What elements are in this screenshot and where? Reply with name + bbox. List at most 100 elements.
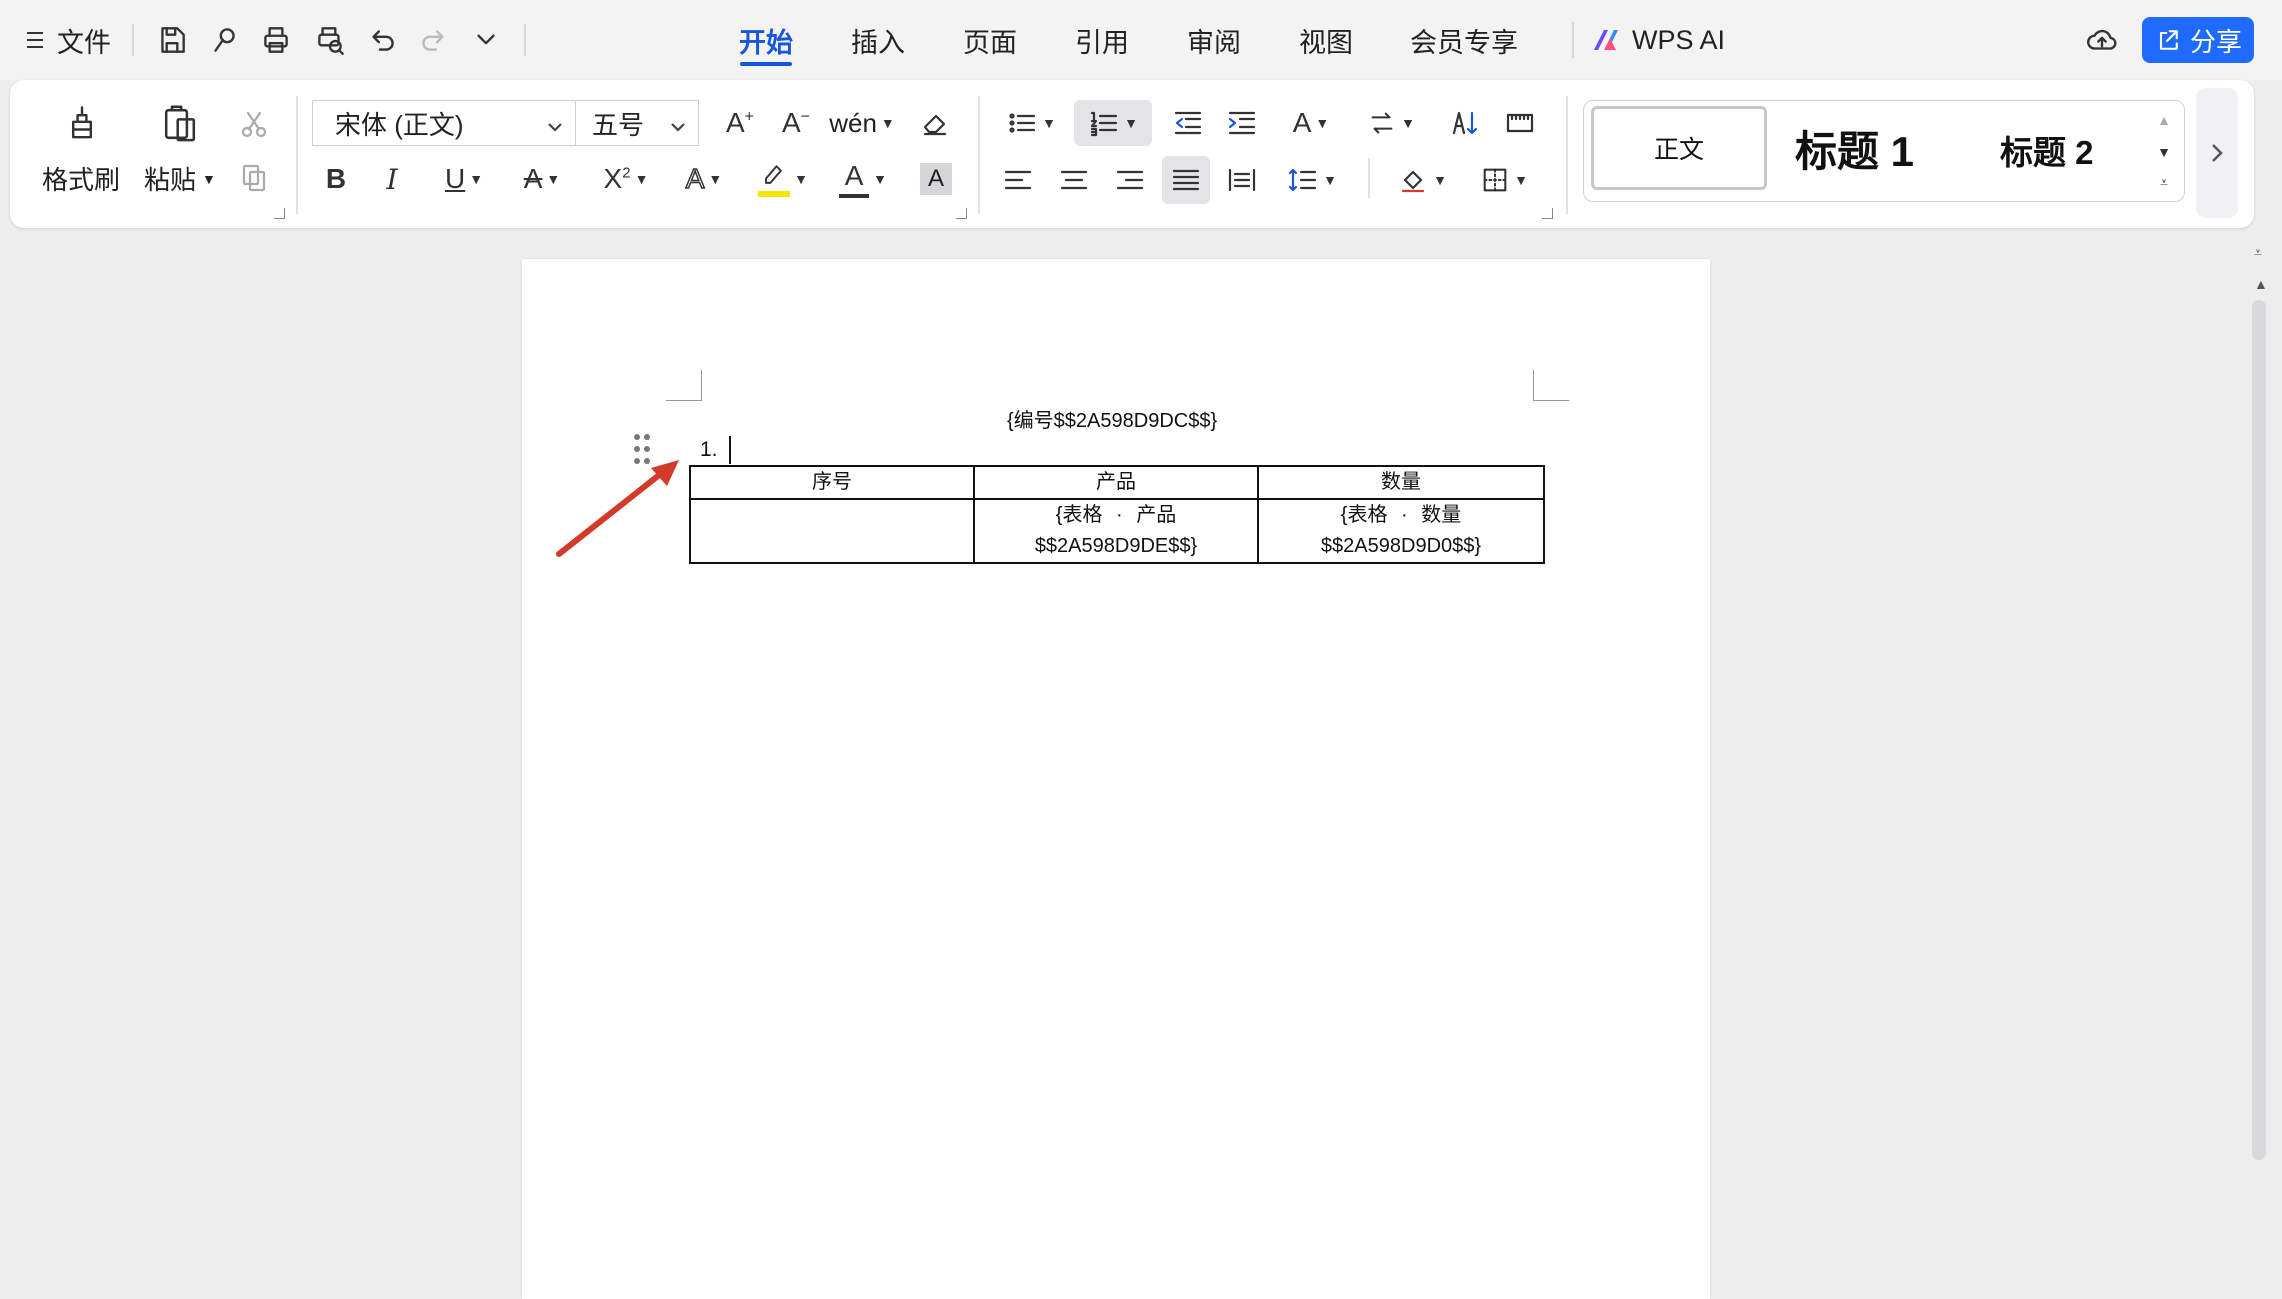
styles-expand[interactable]: ⩡ [2150,168,2178,196]
paste-button[interactable] [150,100,210,148]
share-button[interactable]: 分享 [2142,17,2254,63]
tab-references[interactable]: 引用 [1072,14,1132,66]
borders-button[interactable]: ▼ [1472,156,1536,204]
phonetic-guide-button[interactable]: wén ▼ [829,100,895,146]
clear-format-button[interactable] [912,100,958,146]
text-direction-button[interactable]: A ▼ [1280,100,1342,146]
wps-ai-icon [1594,30,1618,50]
undo-icon [372,30,394,51]
highlight-button[interactable]: ▼ [752,156,814,202]
text-effect-button[interactable]: A ▼ [674,156,734,202]
underline-button[interactable]: U ▼ [434,156,494,202]
tab-view[interactable]: 视图 [1296,14,1356,66]
paste-dropdown[interactable]: 粘贴 ▼ [144,160,216,197]
table-cell[interactable]: {表格 · 数量 $$2A598D9D0$$} [1257,498,1545,564]
chevron-down-icon: ▼ [873,171,887,187]
table-header-cell[interactable]: 产品 [973,465,1259,500]
character-shading-button[interactable]: A [916,160,956,198]
chevron-down-icon: ▼ [1514,172,1528,188]
grow-font-icon: A+ [725,107,755,138]
align-left-button[interactable] [996,160,1040,200]
styles-scroll-up[interactable]: ▲ [2150,106,2178,134]
style-heading-1[interactable]: 标题 1 [1795,118,1914,179]
scroll-up-button[interactable]: ▲ [2254,276,2268,292]
border-icon [1483,168,1507,192]
line-spacing-button[interactable]: ▼ [1280,156,1344,204]
styles-scroll-down[interactable]: ▼ [2150,138,2178,166]
italic-button[interactable]: I [372,156,412,202]
wps-ai-button[interactable]: WPS AI [1590,18,1725,62]
bold-button[interactable]: B [316,156,356,202]
justify-icon [1172,169,1200,191]
numbered-list-button[interactable]: ▼ [1074,100,1152,146]
tab-home[interactable]: 开始 [736,14,796,66]
redo-button[interactable] [412,18,456,62]
file-menu[interactable]: 文件 [14,18,124,62]
table-header-cell[interactable]: 序号 [689,465,975,500]
hamburger-icon [27,30,45,50]
chevron-down-icon [545,113,565,133]
font-name-value: 宋体 (正文) [335,109,464,140]
columns-icon [1506,113,1534,133]
chevron-down-icon [668,113,688,133]
table-cell[interactable] [689,498,975,564]
character-shading-icon: A [920,163,952,195]
table-header-cell[interactable]: 数量 [1257,465,1545,500]
ribbon-scroll-right[interactable] [2196,88,2238,218]
save-button[interactable] [150,18,194,62]
tab-insert[interactable]: 插入 [848,14,908,66]
vertical-scrollbar[interactable] [2252,300,2266,1160]
superscript-icon: X2 [603,163,631,194]
strikethrough-button[interactable]: A ▼ [512,156,572,202]
sort-icon [1452,111,1478,135]
cloud-save-button[interactable] [2080,18,2124,62]
document-heading[interactable]: {编号$$2A598D9DC$$} [1007,404,1217,433]
paragraph-direction-button[interactable]: ▼ [1360,100,1422,146]
text-cursor [729,436,731,464]
style-normal[interactable]: 正文 [1591,106,1767,190]
print-preview-button[interactable] [308,18,352,62]
copy-button[interactable] [234,158,274,198]
align-center-button[interactable] [1052,160,1096,200]
font-size-select[interactable]: 五号 [575,100,699,146]
tab-review[interactable]: 审阅 [1184,14,1244,66]
divider [1566,96,1568,214]
sort-button[interactable] [1444,100,1488,146]
bullet-list-button[interactable]: ▼ [1000,100,1062,146]
tab-member[interactable]: 会员专享 [1408,14,1520,66]
superscript-button[interactable]: X2 ▼ [594,156,658,202]
paragraph-dialog-launcher[interactable] [1542,208,1553,219]
justify-button[interactable] [1162,156,1210,204]
eraser-icon [923,114,947,136]
font-size-value: 五号 [592,109,645,140]
font-name-select[interactable]: 宋体 (正文) [312,100,576,146]
format-brush-button[interactable] [202,18,246,62]
print-button[interactable] [254,18,298,62]
annotation-arrow [556,460,679,557]
tab-page[interactable]: 页面 [960,14,1020,66]
increase-indent-button[interactable] [1220,100,1264,146]
show-marks-button[interactable] [1498,100,1542,146]
table-cell[interactable]: {表格 · 产品 $$2A598D9DE$$} [973,498,1259,564]
grow-font-button[interactable]: A+ [718,100,762,146]
numbered-list-icon [1090,111,1118,137]
font-color-button[interactable]: A ▼ [832,156,894,202]
clipboard-dialog-launcher[interactable] [274,208,285,219]
shading-button[interactable]: ▼ [1390,156,1454,204]
chevron-up-icon: ▲ [2157,112,2171,128]
align-right-button[interactable] [1108,160,1152,200]
undo-button[interactable] [360,18,404,62]
distributed-button[interactable] [1220,160,1264,200]
format-painter-button[interactable] [42,100,122,148]
cut-button[interactable] [234,104,274,144]
style-heading-2[interactable]: 标题 2 [2000,126,2094,174]
divider [296,96,298,214]
line-spacing-icon [1288,168,1317,192]
font-dialog-launcher[interactable] [956,208,967,219]
font-color-icon: A [839,160,870,198]
document-table[interactable]: 序号 产品 数量 {表格 · 产品 $$2A598D9DE$$} {表格 · 数… [689,465,1545,564]
shrink-font-button[interactable]: A− [774,100,818,146]
decrease-indent-button[interactable] [1166,100,1210,146]
quick-access-more[interactable] [464,18,508,62]
scroll-collapse[interactable]: ⩡ [2254,244,2262,261]
